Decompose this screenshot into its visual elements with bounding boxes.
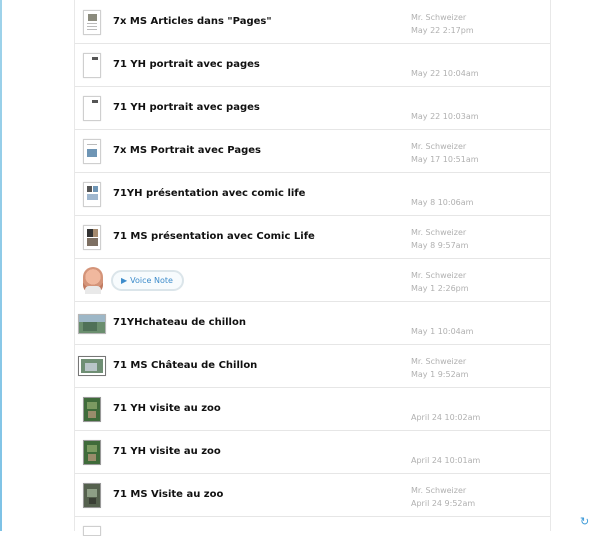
feed-item[interactable]: 7x MS Portrait avec Pages Mr. Schweizer … (75, 130, 550, 173)
item-date: May 1 10:04am (411, 327, 474, 336)
comic-doc-icon (83, 225, 101, 250)
avatar-shirt (85, 286, 101, 294)
item-meta: Mr. Schweizer May 17 10:51am (411, 140, 479, 166)
item-meta: May 22 10:03am (411, 97, 479, 123)
item-author: Mr. Schweizer (411, 486, 467, 495)
item-author (411, 183, 473, 196)
item-date: April 24 10:01am (411, 456, 481, 465)
item-title[interactable]: 71 YH visite au zoo (113, 403, 221, 414)
item-author: Mr. Schweizer (411, 13, 467, 22)
item-meta: May 22 10:04am (411, 54, 479, 80)
voice-note-button[interactable]: ▶ Voice Note (111, 270, 184, 291)
item-title[interactable]: 71 YH portrait avec pages (113, 59, 260, 70)
feed-item[interactable]: ▶ Voice Note Mr. Schweizer May 1 2:26pm (75, 259, 550, 302)
item-date: May 22 10:04am (411, 69, 479, 78)
item-date: May 22 10:03am (411, 112, 479, 121)
feed-item[interactable]: 71 YH portrait avec pages May 22 10:03am (75, 87, 550, 130)
item-title[interactable]: 71 YH portrait avec pages (113, 102, 260, 113)
photo-icon (83, 483, 101, 508)
item-date: May 1 9:52am (411, 370, 469, 379)
feed-item[interactable]: 71 YH visite au zoo April 24 10:02am (75, 388, 550, 431)
item-date: May 17 10:51am (411, 155, 479, 164)
item-meta: Mr. Schweizer May 1 9:52am (411, 355, 468, 381)
item-author: Mr. Schweizer (411, 228, 467, 237)
item-author: Mr. Schweizer (411, 142, 467, 151)
photo-icon (83, 397, 101, 422)
item-meta: April 24 10:02am (411, 398, 480, 424)
item-date: April 24 9:52am (411, 499, 476, 508)
feed-item[interactable]: 7x MS Articles dans "Pages" Mr. Schweize… (75, 1, 550, 44)
feed-item[interactable]: 71 MS présentation avec Comic Life Mr. S… (75, 216, 550, 259)
item-date: May 8 9:57am (411, 241, 469, 250)
item-title[interactable]: 71 MS présentation avec Comic Life (113, 231, 315, 242)
item-title[interactable]: 7x MS Portrait avec Pages (113, 145, 261, 156)
item-meta: Mr. Schweizer April 24 9:52am (411, 484, 475, 510)
landscape-photo-icon (78, 356, 106, 376)
item-date: May 22 2:17pm (411, 26, 474, 35)
activity-feed: 7x MS Articles dans "Pages" Mr. Schweize… (74, 0, 551, 536)
photo-icon (83, 440, 101, 465)
feed-item[interactable]: 71YHchateau de chillon May 1 10:04am (75, 302, 550, 345)
item-author: Mr. Schweizer (411, 357, 467, 366)
refresh-icon[interactable]: ↻ (580, 516, 590, 527)
item-author (411, 97, 479, 110)
feed-item[interactable]: 71 YH visite au zoo April 24 10:01am (75, 431, 550, 474)
item-title[interactable]: 71 YH visite au zoo (113, 446, 221, 457)
play-icon: ▶ (121, 276, 128, 285)
item-meta: Mr. Schweizer May 1 2:26pm (411, 269, 469, 295)
item-author (411, 54, 479, 67)
feed-item-partial[interactable] (75, 517, 550, 536)
left-edge-bar (0, 0, 2, 531)
comic-doc-icon (83, 182, 101, 207)
feed-item[interactable]: 71 YH portrait avec pages May 22 10:04am (75, 44, 550, 87)
item-meta: Mr. Schweizer May 8 9:57am (411, 226, 468, 252)
item-author (411, 398, 480, 411)
item-meta: Mr. Schweizer May 22 2:17pm (411, 11, 474, 37)
doc-image-icon (83, 139, 101, 164)
item-title[interactable]: 71 MS Château de Chillon (113, 360, 257, 371)
item-date: April 24 10:02am (411, 413, 481, 422)
item-meta: April 24 10:01am (411, 441, 480, 467)
voice-note-label: Voice Note (130, 276, 173, 285)
item-author (411, 312, 473, 325)
feed-item[interactable]: 71 MS Château de Chillon Mr. Schweizer M… (75, 345, 550, 388)
item-title[interactable]: 71YHchateau de chillon (113, 317, 246, 328)
item-meta: May 8 10:06am (411, 183, 473, 209)
item-title[interactable]: 71 MS Visite au zoo (113, 489, 223, 500)
doc-image-icon (83, 10, 101, 35)
item-title[interactable]: 71YH présentation avec comic life (113, 188, 305, 199)
item-author (411, 441, 480, 454)
item-date: May 1 2:26pm (411, 284, 469, 293)
item-author: Mr. Schweizer (411, 271, 467, 280)
doc-icon (83, 53, 101, 78)
landscape-photo-icon (78, 314, 106, 334)
feed-item[interactable]: 71 MS Visite au zoo Mr. Schweizer April … (75, 474, 550, 517)
doc-icon (83, 526, 101, 536)
item-date: May 8 10:06am (411, 198, 474, 207)
doc-icon (83, 96, 101, 121)
feed-item[interactable]: 71YH présentation avec comic life May 8 … (75, 173, 550, 216)
item-title[interactable]: 7x MS Articles dans "Pages" (113, 16, 272, 27)
item-meta: May 1 10:04am (411, 312, 473, 338)
